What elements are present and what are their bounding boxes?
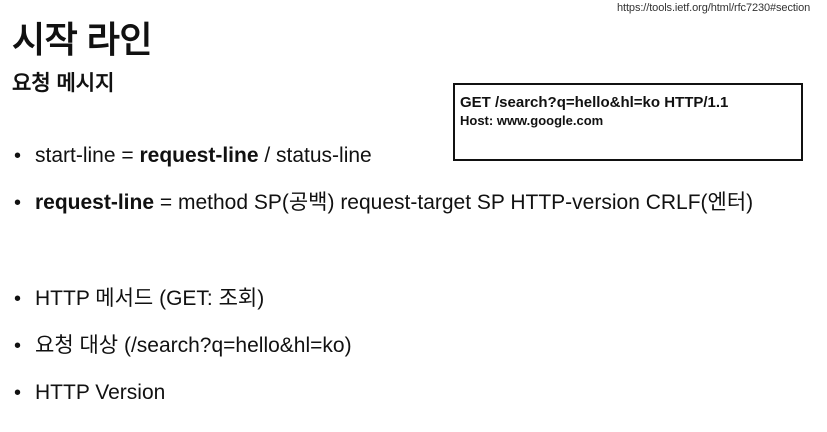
bullet-request-line-definition: • request-line = method SP(공백) request-ta… xyxy=(14,190,753,216)
http-request-example-box: GET /search?q=hello&hl=ko HTTP/1.1 Host:… xyxy=(453,83,803,161)
page-title: 시작 라인 xyxy=(12,19,152,60)
bullet-text: HTTP 메서드 (GET: 조회) xyxy=(35,287,265,310)
bullet-request-target: • 요청 대상 (/search?q=hello&hl=ko) xyxy=(14,333,352,359)
bullet-bold-text: request-line xyxy=(35,191,155,214)
bullet-http-method: • HTTP 메서드 (GET: 조회) xyxy=(14,286,264,312)
bullet-dot: • xyxy=(14,335,22,357)
bullet-bold-text: request-line xyxy=(139,144,259,167)
bullet-dot: • xyxy=(14,288,22,310)
bullet-dot: • xyxy=(14,382,22,404)
bullet-http-version: • HTTP Version xyxy=(14,380,165,406)
bullet-start-line: • start-line = request-line / status-line xyxy=(14,143,372,169)
bullet-dot: • xyxy=(14,192,22,214)
source-url: https://tools.ietf.org/html/rfc7230#sect… xyxy=(617,2,811,14)
bullet-text: HTTP Version xyxy=(35,381,166,404)
bullet-text: / status-line xyxy=(258,144,372,167)
bullet-text: start-line = xyxy=(35,144,140,167)
request-line-example: GET /search?q=hello&hl=ko HTTP/1.1 xyxy=(460,94,729,111)
bullet-text: 요청 대상 (/search?q=hello&hl=ko) xyxy=(35,334,352,357)
bullet-text: = method SP(공백) request-target SP HTTP-v… xyxy=(154,191,754,214)
bullet-dot: • xyxy=(14,145,22,167)
page-subtitle: 요청 메시지 xyxy=(12,72,115,95)
host-header-example: Host: www.google.com xyxy=(460,113,604,128)
